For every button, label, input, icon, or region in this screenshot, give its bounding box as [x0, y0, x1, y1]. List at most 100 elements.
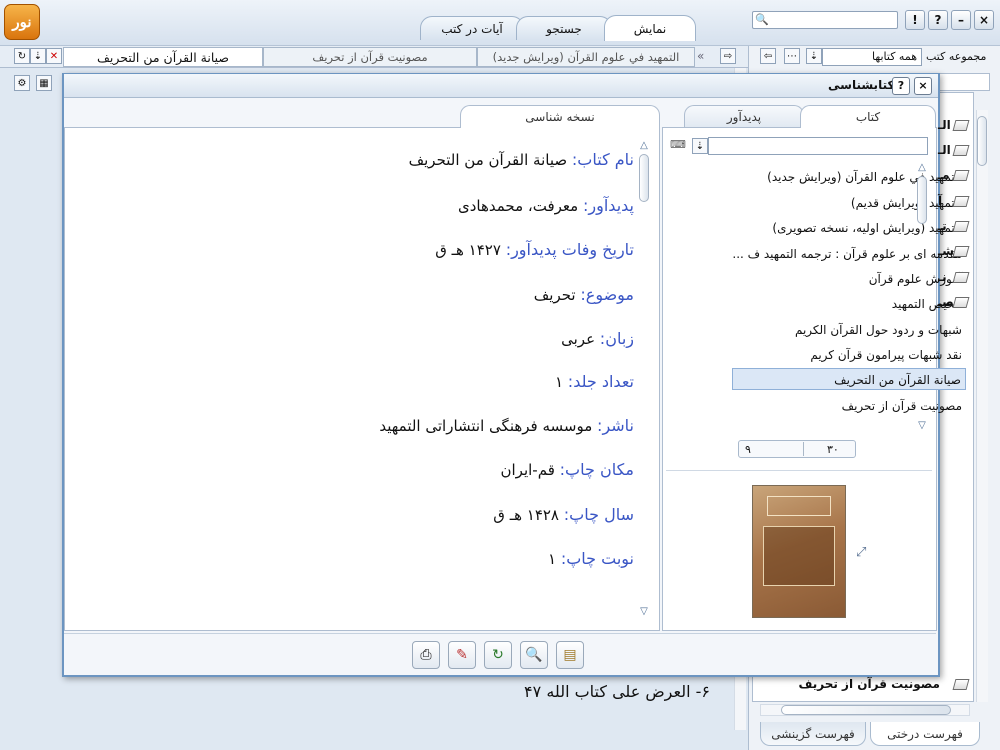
list-item[interactable]: مصونيت قرآن از تحريف — [732, 395, 966, 417]
scroll-down-icon[interactable]: ▽ — [916, 420, 928, 431]
book-filter-input[interactable] — [708, 137, 928, 155]
divider — [666, 470, 932, 471]
book-button[interactable]: ▤ — [556, 641, 584, 669]
tab-selective-index[interactable]: فهرست گزینشی — [760, 722, 866, 746]
list-item[interactable]: تلخيص التمهيد — [732, 293, 966, 315]
info-scrollbar[interactable]: △ ▽ — [638, 140, 650, 620]
field-print-place: مکان چاپ: قم-ایران — [500, 460, 635, 479]
keyboard-icon[interactable]: ⌨ — [670, 138, 688, 154]
list-item-selected[interactable]: صيانة القرآن من التحريف — [732, 368, 966, 390]
edit-button[interactable]: ✎ — [448, 641, 476, 669]
tree-item[interactable]: نـ — [938, 270, 974, 286]
printer-icon: ⎙ — [420, 647, 432, 663]
tab-author[interactable]: پدیدآور — [684, 105, 804, 127]
refresh-button[interactable]: ↻ — [484, 641, 512, 669]
list-item[interactable]: التمهيد في علوم القرآن (ويرايش جديد) — [732, 166, 966, 188]
close-window-button[interactable]: × — [974, 10, 994, 30]
scroll-up-icon[interactable]: △ — [638, 140, 650, 151]
pager: ۹ ۳۰ — [738, 440, 856, 458]
book-icon — [952, 246, 970, 257]
field-author: پدیدآور: معرفت، محمدهادی — [457, 196, 634, 215]
magnifier-icon: 🔍 — [525, 647, 543, 663]
field-edition: نوبت چاپ: ۱ — [547, 549, 634, 568]
tree-item-label: الـ — [938, 118, 951, 132]
down-arrow-icon[interactable]: ⇣ — [806, 48, 822, 64]
tree-item-label: نـ — [938, 270, 947, 284]
refresh-icon: ↻ — [492, 647, 504, 663]
scroll-up-icon[interactable]: △ — [916, 162, 928, 173]
tree-item[interactable]: مـ — [938, 168, 974, 184]
field-language: زبان: عربی — [561, 329, 634, 348]
tree-hscrollbar[interactable] — [760, 704, 970, 716]
pager-total: ۳۰ — [827, 443, 839, 456]
collection-select[interactable]: همه کتابها — [822, 48, 922, 66]
minimize-button[interactable]: – — [951, 10, 971, 30]
forward-arrow-icon[interactable]: ⇨ — [720, 48, 736, 64]
book-icon — [952, 297, 970, 308]
back-arrow-icon[interactable]: ⇦ — [760, 48, 776, 64]
pager-current[interactable]: ۹ — [745, 443, 751, 456]
list-item[interactable]: مقدمه ای بر علوم قرآن : ترجمه التمهيد ف … — [732, 243, 966, 265]
tree-item[interactable]: مصونيت قرآن از تحريف — [798, 677, 940, 691]
field-print-year: سال چاپ: ۱۴۲۸ هـ ق — [493, 505, 634, 524]
scroll-down-icon[interactable]: ▽ — [638, 606, 650, 617]
book-icon — [952, 170, 970, 181]
down-arrow-icon[interactable]: ⇣ — [692, 138, 708, 154]
cover-image — [763, 526, 835, 586]
tabs-scroll-icon[interactable]: « — [697, 49, 704, 63]
dialog-close-button[interactable]: × — [914, 77, 932, 95]
field-subject: موضوع: تحریف — [533, 285, 634, 304]
list-item[interactable]: شبهات و ردود حول القرآن الكريم — [732, 319, 966, 341]
tree-item[interactable]: شـ — [938, 244, 974, 260]
tab-display[interactable]: نمایش — [604, 15, 696, 41]
app-logo: نور — [4, 4, 40, 40]
tree-item-label: آ — [938, 194, 943, 208]
search-input[interactable]: 🔍 — [752, 11, 898, 29]
tab-book[interactable]: کتاب — [800, 105, 936, 128]
hscroll-thumb[interactable] — [781, 705, 951, 715]
down-arrow-icon[interactable]: ⇣ — [30, 48, 46, 64]
dialog-titlebar — [64, 74, 938, 98]
tree-item[interactable]: الـ — [938, 143, 974, 159]
scroll-thumb[interactable] — [917, 176, 927, 224]
field-volumes: تعداد جلد: ۱ — [554, 372, 634, 391]
list-item[interactable]: التمهيد (ويرايش اوليه، نسخه تصويری) — [732, 217, 966, 239]
refresh-icon[interactable]: ↻ — [14, 48, 30, 64]
tree-item[interactable]: صـ — [938, 295, 974, 311]
book-icon — [952, 196, 970, 207]
list-item[interactable]: نقد شبهات پيرامون قرآن كريم — [732, 344, 966, 366]
tab-tree-index[interactable]: فهرست درختی — [870, 722, 980, 746]
tree-item[interactable]: الـ — [938, 118, 974, 134]
scroll-thumb[interactable] — [977, 116, 987, 166]
exclaim-button[interactable]: ! — [905, 10, 925, 30]
wrench-icon[interactable]: ⚙ — [14, 75, 30, 91]
list-item[interactable]: آموزش علوم قرآن — [732, 268, 966, 290]
tab-verses-in-books[interactable]: آیات در کتب — [420, 16, 524, 40]
doc-tab-active[interactable]: صيانة القرآن من التحريف — [63, 47, 263, 67]
tree-item[interactable]: آ — [938, 194, 974, 210]
list-scrollbar[interactable]: △ ▽ — [916, 162, 928, 434]
doc-tab[interactable]: التمهيد في علوم القرآن (ويرايش جديد) — [477, 47, 695, 67]
list-item[interactable]: التمهيد (ويرايش قديم) — [732, 192, 966, 214]
book-icon: ▤ — [563, 647, 577, 663]
dialog-help-button[interactable]: ? — [892, 77, 910, 95]
book-cover — [752, 485, 846, 618]
tab-search[interactable]: جستجو — [516, 16, 612, 40]
print-button[interactable]: ⎙ — [412, 641, 440, 669]
cover-title-box — [767, 496, 831, 516]
close-tab-icon[interactable]: ✕ — [46, 48, 62, 64]
search-button[interactable]: 🔍 — [520, 641, 548, 669]
more-icon[interactable]: ⋯ — [784, 48, 800, 64]
grid-icon[interactable]: ▦ — [36, 75, 52, 91]
tab-edition-info[interactable]: نسخه شناسی — [460, 105, 660, 128]
scroll-thumb[interactable] — [639, 154, 649, 202]
doc-tab[interactable]: مصونیت قرآن از تحریف — [263, 47, 477, 67]
tree-item-label: صـ — [938, 295, 954, 309]
tree-item[interactable]: تـ — [938, 219, 974, 235]
tree-scrollbar[interactable] — [976, 110, 988, 702]
tree-item-label: مـ — [938, 168, 950, 182]
pager-divider — [803, 442, 804, 456]
help-button[interactable]: ? — [928, 10, 948, 30]
search-icon: 🔍 — [755, 13, 769, 26]
expand-icon[interactable]: ⤢ — [856, 545, 866, 560]
